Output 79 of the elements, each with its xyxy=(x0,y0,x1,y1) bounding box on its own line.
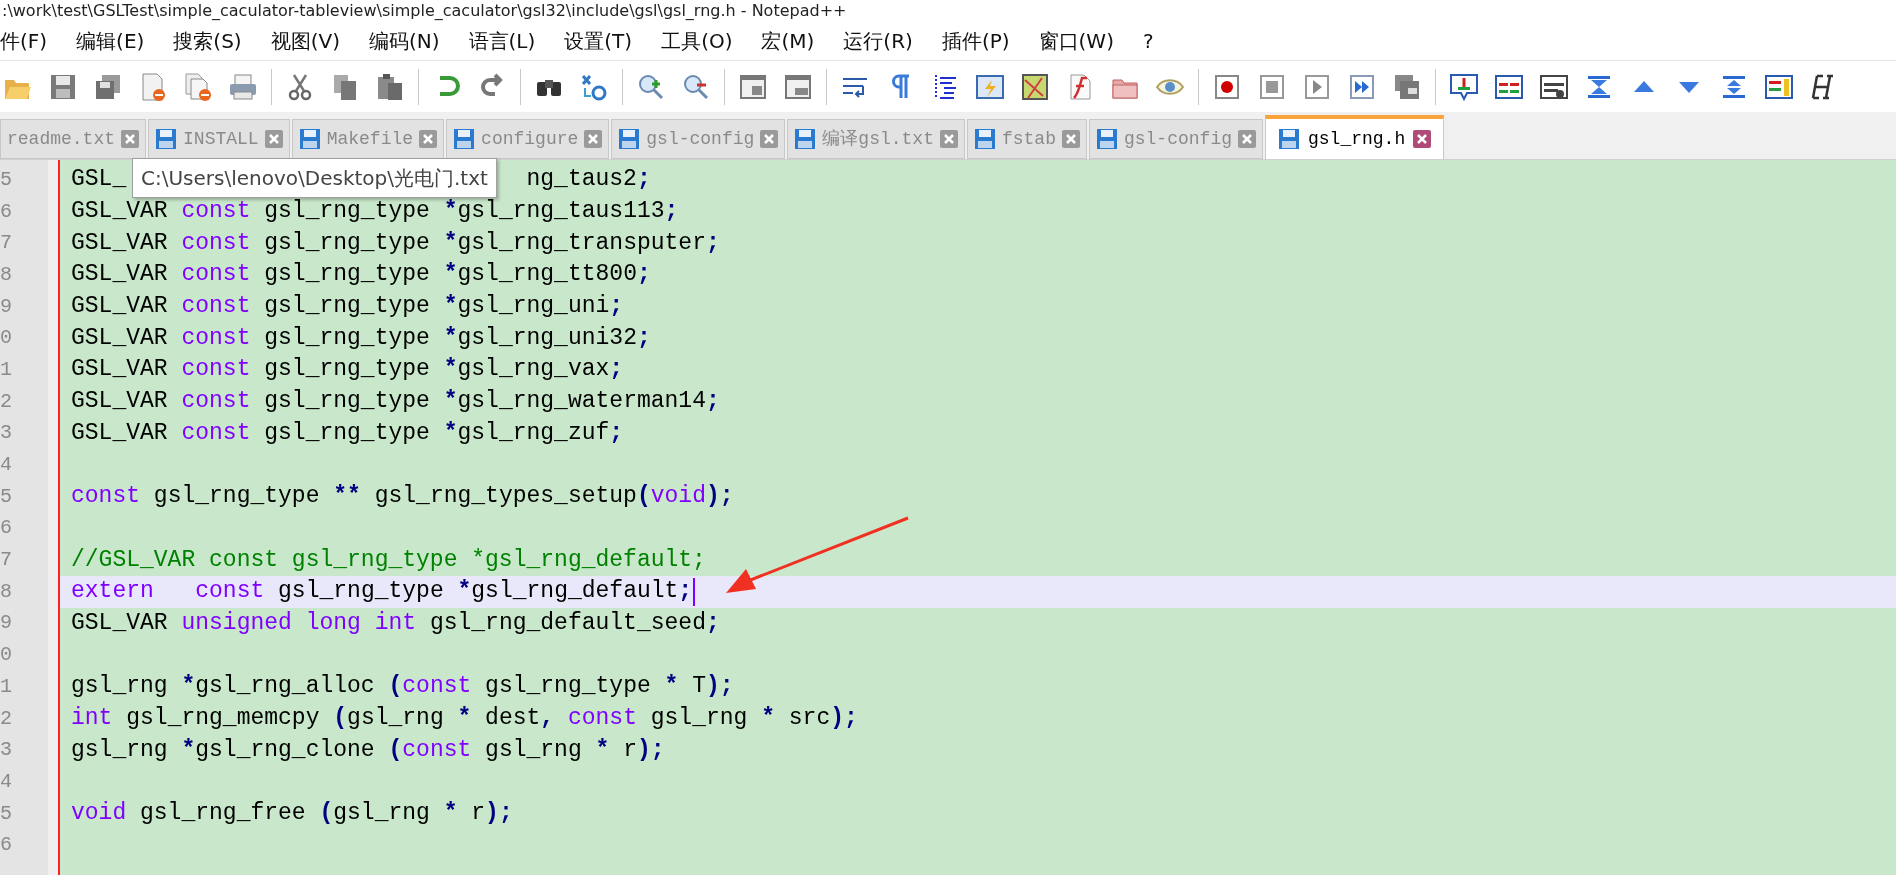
line-number: 0 xyxy=(0,328,12,349)
code-line: GSL_VAR const gsl_rng_type *gsl_rng_tt800; xyxy=(71,263,651,287)
line-number: 4 xyxy=(0,771,12,792)
menu-item[interactable]: 搜索(S) xyxy=(173,26,242,56)
menu-item[interactable]: 编码(N) xyxy=(368,26,440,56)
menu-item[interactable]: 宏(M) xyxy=(761,26,815,56)
line-number: 8 xyxy=(0,581,12,602)
close-icon[interactable] xyxy=(419,130,438,148)
line-number: 6 xyxy=(0,518,12,539)
close-icon[interactable] xyxy=(760,130,779,148)
code-line: gsl_rng *gsl_rng_clone (const gsl_rng * r); xyxy=(71,738,665,762)
menu-item[interactable]: 插件(P) xyxy=(941,26,1010,56)
close-icon[interactable] xyxy=(1238,130,1256,148)
line-number: 1 xyxy=(0,676,12,697)
save-icon xyxy=(973,128,996,150)
line-number: 6 xyxy=(0,835,12,856)
code-line: GSL_VAR unsigned long int gsl_rng_default_seed; xyxy=(71,611,720,635)
code-line: //GSL_VAR const gsl_rng_type *gsl_rng_default; xyxy=(71,548,706,572)
window-title: :\work\test\GSLTest\simple_caculator-tableview\simple_caculator\gsl32\include\gsl\gsl_rng.h - Notepad++ xyxy=(2,1,847,21)
save-icon xyxy=(298,128,321,150)
line-number: 7 xyxy=(0,550,12,571)
save-icon xyxy=(618,128,641,150)
close-icon[interactable] xyxy=(584,130,603,148)
line-number: 7 xyxy=(0,233,12,254)
text-cursor xyxy=(693,577,696,606)
line-number: 5 xyxy=(0,803,12,824)
code-line: GSL_VAR const gsl_rng_type *gsl_rng_vax; xyxy=(71,358,624,382)
close-icon[interactable] xyxy=(264,130,283,148)
tooltip: C:\Users\lenovo\Desktop\光电门.txt xyxy=(132,158,497,198)
map-icon[interactable] xyxy=(1020,71,1050,102)
line-number: 6 xyxy=(0,201,12,222)
line-number: 9 xyxy=(0,613,12,634)
save-icon xyxy=(453,128,476,150)
code-line: void gsl_rng_free (gsl_rng * r); xyxy=(71,802,513,826)
code-line: gsl_rng *gsl_rng_alloc (const gsl_rng_type * T); xyxy=(71,675,734,699)
save-icon xyxy=(155,128,178,150)
line-number: 3 xyxy=(0,423,12,444)
code-line: GSL_VAR const gsl_rng_type *gsl_rng_transputer; xyxy=(71,231,720,255)
code-line: GSL_VAR const gsl_rng_type *gsl_rng_zuf; xyxy=(71,421,624,445)
paste-icon[interactable] xyxy=(375,71,405,102)
code-line: GSL_VAR const gsl_rng_type *gsl_rng_waterman14; xyxy=(71,390,720,414)
line-number: 3 xyxy=(0,740,12,761)
menu-item[interactable]: 语言(L) xyxy=(468,26,536,56)
menu-item[interactable]: 件(F) xyxy=(0,26,48,56)
printer-icon[interactable] xyxy=(228,71,258,102)
code-line: GSL_VAR const gsl_rng_type *gsl_rng_uni; xyxy=(71,295,624,319)
code-line: ng_taus2; xyxy=(526,168,651,192)
menu-item[interactable]: 运行(R) xyxy=(843,26,913,56)
close-icon[interactable] xyxy=(1413,130,1432,148)
close-icon[interactable] xyxy=(939,130,958,148)
speech-bubble-icon[interactable] xyxy=(1449,71,1479,102)
code-line: GSL_VAR const gsl_rng_type *gsl_rng_taus113; xyxy=(71,200,679,224)
code-line: int gsl_rng_memcpy (gsl_rng * dest, const gsl_rng * src); xyxy=(71,707,858,731)
code-line: extern const gsl_rng_type *gsl_rng_default; xyxy=(71,580,693,604)
save-icon xyxy=(1095,128,1118,150)
line-number: 2 xyxy=(0,391,12,412)
line-number: 4 xyxy=(0,455,12,476)
menu-item[interactable]: 视图(V) xyxy=(270,26,340,56)
menu-item[interactable]: 窗口(W) xyxy=(1038,26,1114,56)
save-icon xyxy=(794,128,817,150)
line-number: 1 xyxy=(0,359,12,380)
line-number: 5 xyxy=(0,169,12,190)
code-line: GSL_VAR const gsl_rng_type *gsl_rng_uni32; xyxy=(71,326,651,350)
save-icon xyxy=(1278,128,1300,150)
menu-item[interactable]: 设置(T) xyxy=(564,26,633,56)
line-number: 9 xyxy=(0,296,12,317)
close-icon[interactable] xyxy=(121,130,140,148)
line-number: 5 xyxy=(0,486,12,507)
line-number: 8 xyxy=(0,264,12,285)
line-number: 2 xyxy=(0,708,12,729)
menu-item[interactable]: 工具(O) xyxy=(661,26,733,56)
menu-item[interactable]: 编辑(E) xyxy=(76,26,145,56)
line-number: 0 xyxy=(0,645,12,666)
code-line: const gsl_rng_type ** gsl_rng_types_setup(void); xyxy=(71,485,734,509)
menu-item[interactable]: ? xyxy=(1142,26,1154,56)
close-icon[interactable] xyxy=(1061,130,1080,148)
close-all-icon[interactable] xyxy=(183,71,213,102)
tab[interactable]: gsl_rng.h xyxy=(1265,115,1445,159)
code-line: GSL_ xyxy=(71,168,127,192)
